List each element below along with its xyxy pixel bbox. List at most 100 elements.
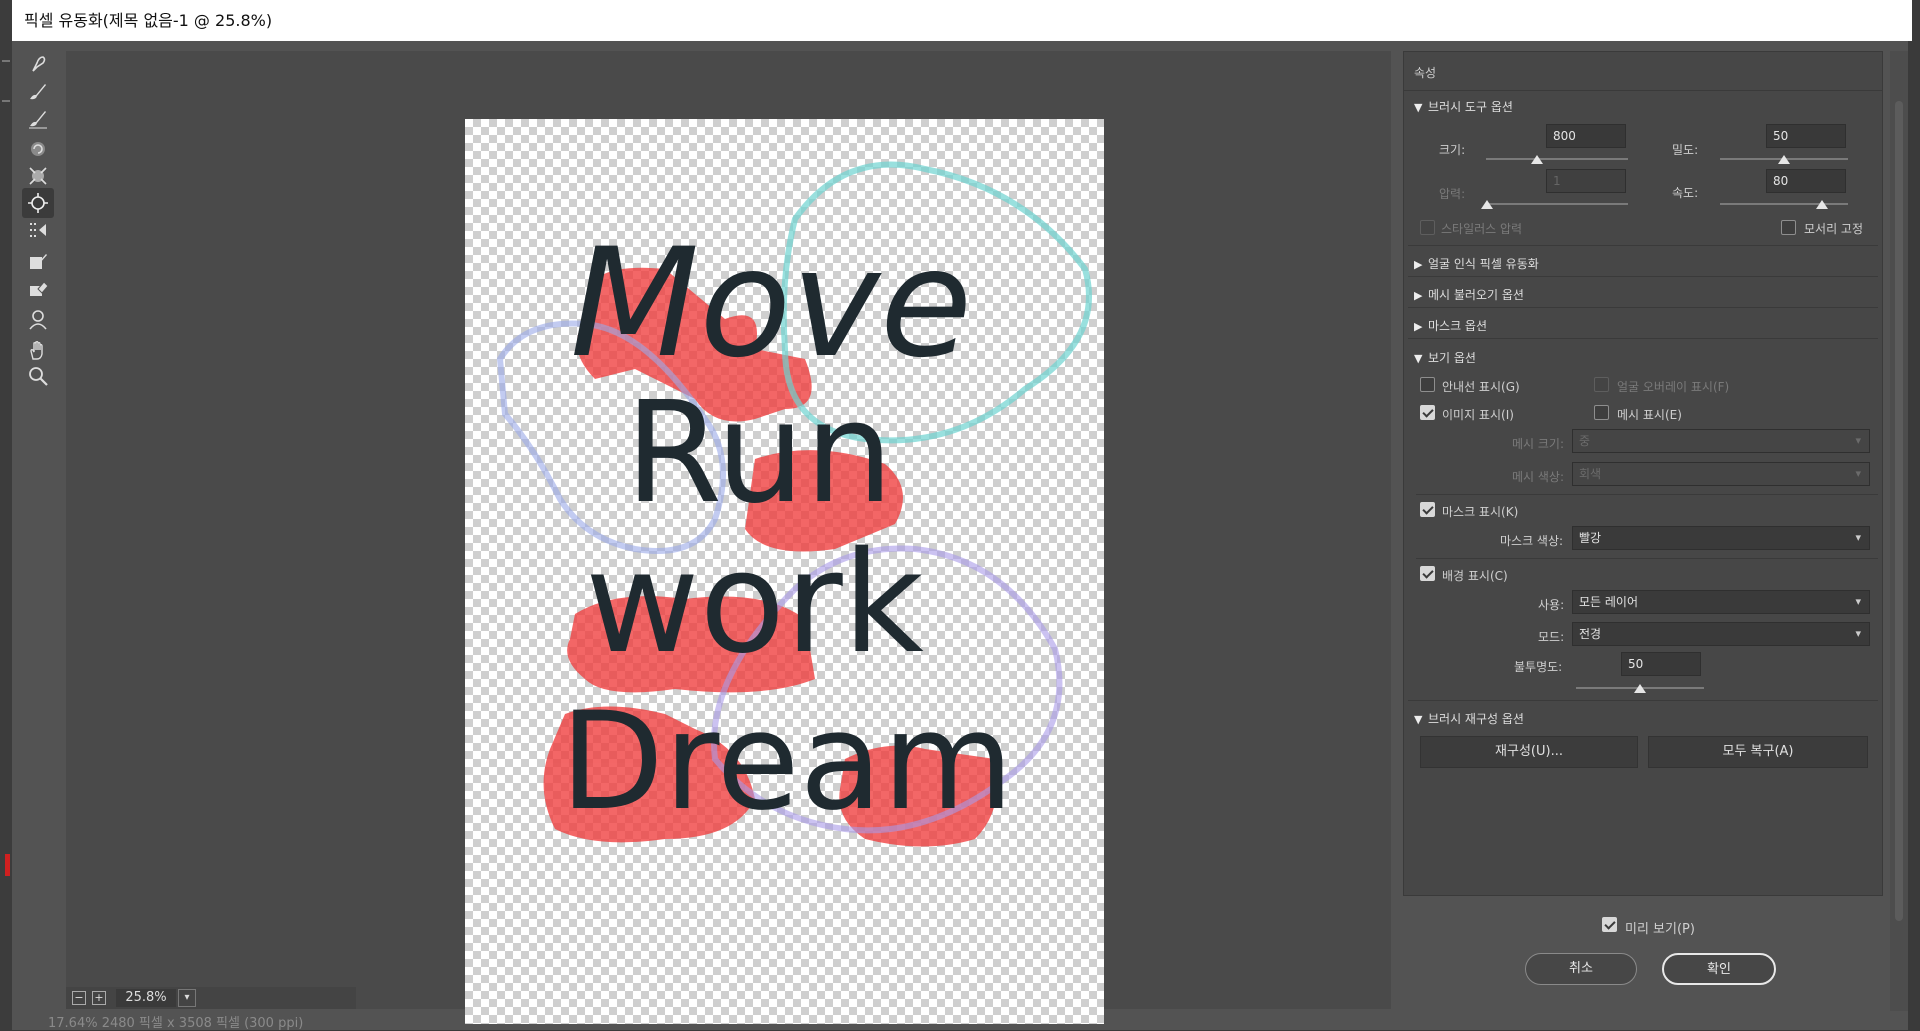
show-face-overlay-label: 얼굴 오버레이 표시(F) xyxy=(1617,380,1730,394)
collapsed-triangle-icon: ▶ xyxy=(1414,320,1423,333)
scrollbar-thumb[interactable] xyxy=(1895,101,1903,921)
select-value: 모든 레이어 xyxy=(1579,595,1639,609)
view-options-header[interactable]: ▼ 보기 옵션 xyxy=(1414,349,1874,366)
chevron-down-icon: ▾ xyxy=(1855,434,1861,447)
size-label: 크기: xyxy=(1439,143,1466,157)
reconstruct-tool[interactable] xyxy=(22,76,54,106)
reconstruct-button[interactable]: 재구성(U)... xyxy=(1420,736,1638,768)
pressure-slider-thumb[interactable] xyxy=(1481,200,1494,209)
density-slider-thumb[interactable] xyxy=(1778,155,1790,164)
push-left-icon xyxy=(30,223,46,237)
mesh-color-select[interactable]: 회색 ▾ xyxy=(1572,462,1870,486)
app-left-strip xyxy=(0,0,12,1030)
zoom-out-button[interactable]: − xyxy=(72,991,86,1005)
chevron-down-icon: ▾ xyxy=(1855,595,1861,608)
bloat-icon xyxy=(28,193,48,213)
section-label: 브러시 재구성 옵션 xyxy=(1428,712,1524,726)
freeze-mask-tool[interactable] xyxy=(22,246,54,276)
pressure-slider-track[interactable] xyxy=(1486,203,1628,205)
size-field[interactable]: 800 xyxy=(1546,124,1626,148)
finger-warp-icon xyxy=(32,56,46,72)
thaw-mask-icon xyxy=(30,281,49,296)
pressure-label: 압력: xyxy=(1439,187,1466,201)
mode-label: 모드: xyxy=(1538,630,1565,644)
brush-tool-options-header[interactable]: ▼ 브러시 도구 옵션 xyxy=(1414,98,1874,115)
expanded-triangle-icon: ▼ xyxy=(1414,713,1423,726)
zoom-value[interactable]: 25.8% xyxy=(116,989,176,1007)
section-label: 메시 불러오기 옵션 xyxy=(1428,288,1524,302)
properties-panel: 속성 ▼ 브러시 도구 옵션 크기: 800 밀도: 50 압력: 1 속도: 8… xyxy=(1403,51,1883,896)
opacity-slider-thumb[interactable] xyxy=(1634,684,1646,693)
thaw-mask-tool[interactable] xyxy=(22,273,54,303)
image-canvas[interactable]: Move Run work Dream xyxy=(465,119,1104,1024)
canvas-word-dream: Dream xyxy=(560,683,1014,840)
brush-reconstruct-options-header[interactable]: ▼ 브러시 재구성 옵션 xyxy=(1414,710,1874,727)
restore-all-button[interactable]: 모두 복구(A) xyxy=(1648,736,1868,768)
show-mesh-label: 메시 표시(E) xyxy=(1617,408,1682,422)
select-value: 중 xyxy=(1579,434,1591,448)
show-guides-label: 안내선 표시(G) xyxy=(1442,380,1520,394)
collapsed-triangle-icon: ▶ xyxy=(1414,258,1423,271)
face-tool[interactable] xyxy=(22,304,54,334)
face-aware-liquify-header[interactable]: ▶ 얼굴 인식 픽셀 유동화 xyxy=(1414,255,1874,272)
mask-color-select[interactable]: 빨강 ▾ xyxy=(1572,526,1870,550)
show-image-checkbox[interactable] xyxy=(1420,405,1435,420)
preview-area[interactable]: Move Run work Dream xyxy=(66,51,1391,1024)
chevron-down-icon: ▾ xyxy=(1855,627,1861,640)
pin-edges-label: 모서리 고정 xyxy=(1804,222,1864,236)
cancel-button[interactable]: 취소 xyxy=(1525,953,1637,985)
forward-warp-tool[interactable] xyxy=(22,49,54,79)
stylus-pressure-label: 스타일러스 압력 xyxy=(1441,222,1523,236)
show-backdrop-checkbox[interactable] xyxy=(1420,566,1435,581)
size-slider-track[interactable] xyxy=(1486,158,1628,160)
right-scrollbar[interactable] xyxy=(1890,51,1908,1011)
mesh-size-label: 메시 크기: xyxy=(1512,437,1565,451)
brush-reconstruct-icon xyxy=(30,84,46,100)
select-value: 전경 xyxy=(1579,627,1602,641)
ok-button[interactable]: 확인 xyxy=(1662,953,1776,985)
opacity-label: 불투명도: xyxy=(1514,660,1563,674)
select-value: 빨강 xyxy=(1579,531,1602,545)
smooth-tool[interactable] xyxy=(22,103,54,133)
push-left-tool[interactable] xyxy=(22,215,54,245)
rate-slider-track[interactable] xyxy=(1720,203,1848,205)
freeze-mask-icon xyxy=(30,254,47,269)
size-slider-thumb[interactable] xyxy=(1531,155,1544,164)
preview-checkbox[interactable] xyxy=(1602,917,1617,932)
show-mask-checkbox[interactable] xyxy=(1420,502,1435,517)
expanded-triangle-icon: ▼ xyxy=(1414,352,1423,365)
rate-slider-thumb[interactable] xyxy=(1816,200,1829,209)
load-mesh-options-header[interactable]: ▶ 메시 불러오기 옵션 xyxy=(1414,286,1874,303)
preview-label: 미리 보기(P) xyxy=(1625,922,1695,937)
show-face-overlay-checkbox[interactable] xyxy=(1594,377,1609,392)
chevron-down-icon: ▾ xyxy=(1855,467,1861,480)
zoom-icon xyxy=(29,367,48,386)
rate-label: 속도: xyxy=(1672,186,1699,200)
density-label: 밀도: xyxy=(1672,143,1699,157)
window-title: 픽셀 유동화(제목 없음-1 @ 25.8%) xyxy=(12,0,1912,41)
opacity-field[interactable]: 50 xyxy=(1621,652,1701,676)
show-backdrop-label: 배경 표시(C) xyxy=(1442,569,1508,583)
mask-options-header[interactable]: ▶ 마스크 옵션 xyxy=(1414,317,1874,334)
collapsed-triangle-icon: ▶ xyxy=(1414,289,1423,302)
stylus-pressure-checkbox[interactable] xyxy=(1420,220,1435,235)
zoom-bar: − + 25.8% ▾ xyxy=(66,987,356,1009)
zoom-tool[interactable] xyxy=(22,361,54,391)
twirl-tool[interactable] xyxy=(22,134,54,164)
mask-color-label: 마스크 색상: xyxy=(1500,534,1564,548)
use-select[interactable]: 모든 레이어 ▾ xyxy=(1572,590,1870,614)
zoom-dropdown[interactable]: ▾ xyxy=(178,989,196,1007)
show-guides-checkbox[interactable] xyxy=(1420,377,1435,392)
show-mesh-checkbox[interactable] xyxy=(1594,405,1609,420)
bloat-tool[interactable] xyxy=(22,188,54,218)
pin-edges-checkbox[interactable] xyxy=(1781,220,1796,235)
select-value: 회색 xyxy=(1579,467,1602,481)
mode-select[interactable]: 전경 ▾ xyxy=(1572,622,1870,646)
mesh-size-select[interactable]: 중 ▾ xyxy=(1572,429,1870,453)
density-field[interactable]: 50 xyxy=(1766,124,1846,148)
pucker-tool[interactable] xyxy=(22,161,54,191)
foreground-color-swatch[interactable] xyxy=(5,854,10,876)
pressure-field[interactable]: 1 xyxy=(1546,169,1626,193)
rate-field[interactable]: 80 xyxy=(1766,169,1846,193)
zoom-in-button[interactable]: + xyxy=(92,991,106,1005)
